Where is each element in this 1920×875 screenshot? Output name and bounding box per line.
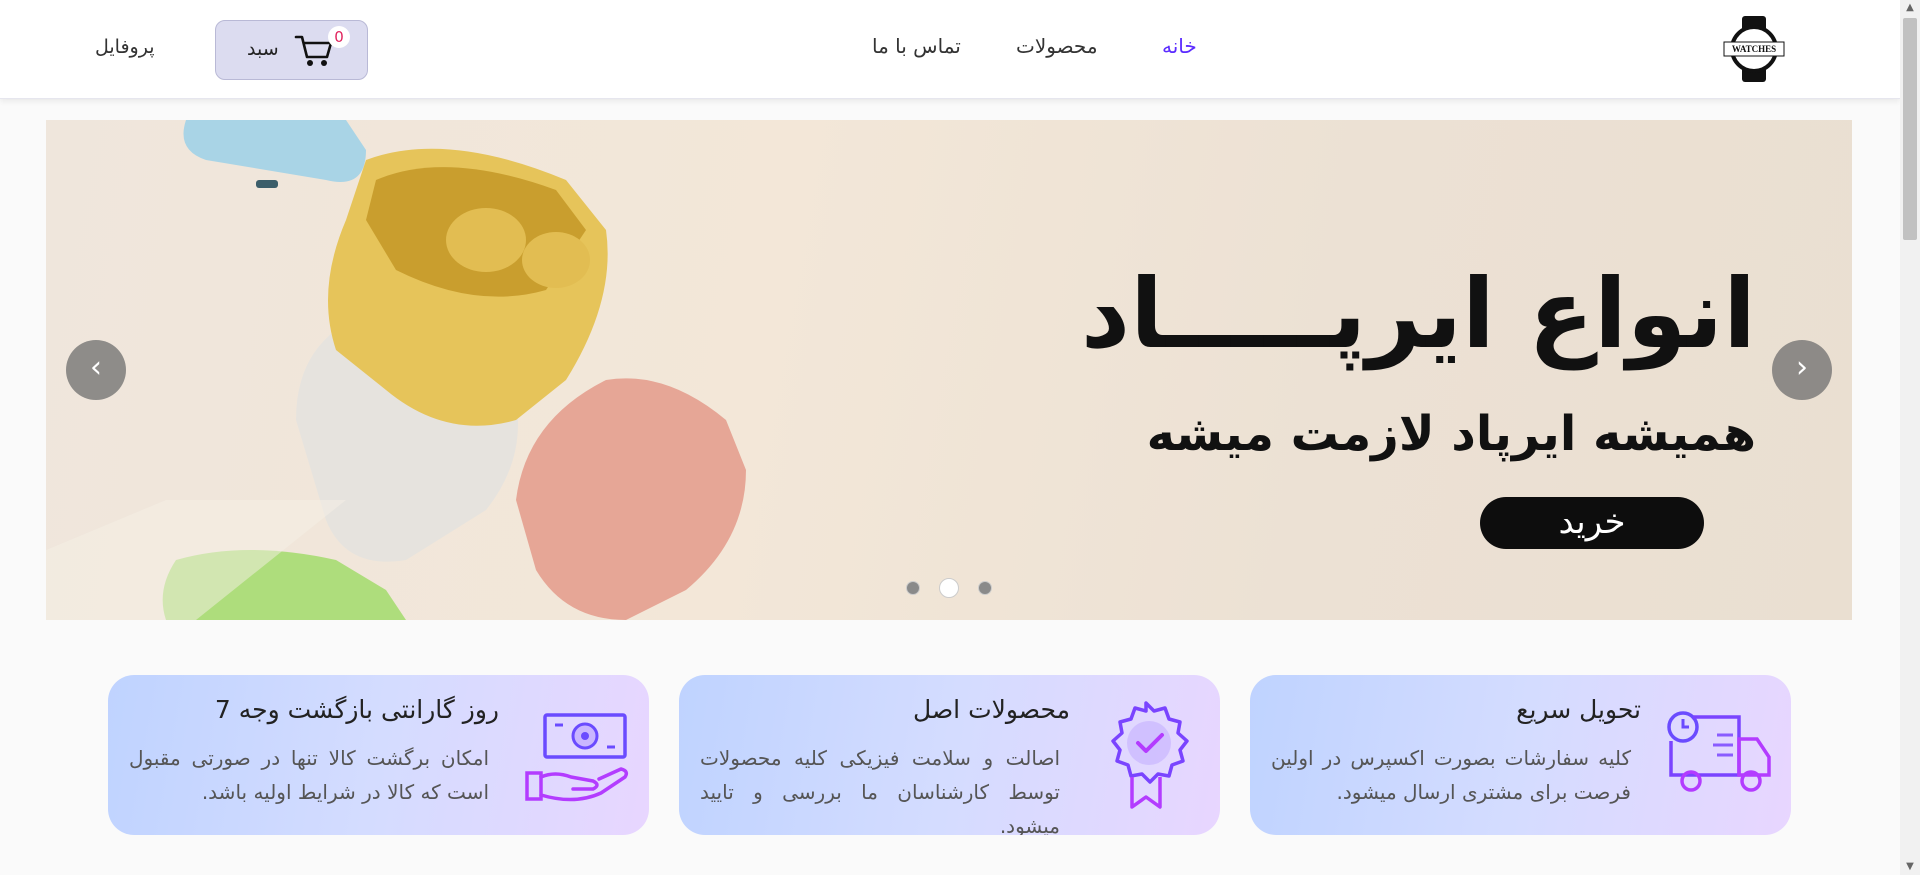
buy-button[interactable]: خرید (1480, 497, 1704, 549)
feature-text: امکان برگشت کالا تنها در صورتی مقبول است… (129, 746, 489, 804)
airpods-cases-image (46, 120, 746, 620)
feature-card-fast-delivery: تحویل سریع کلیه سفارشات بصورت اکسپرس در … (1250, 675, 1791, 835)
delivery-truck-icon (1667, 711, 1771, 792)
feature-title: 7 روز گارانتی بازگشت وجه (214, 695, 499, 724)
slide-title: انواع ایرپـــــاد (1080, 258, 1756, 370)
cart-button[interactable]: سبد 0 (215, 20, 368, 80)
badge-check-icon (1111, 701, 1189, 809)
slider-next-button[interactable]: › (1772, 340, 1832, 400)
cart-count-badge: 0 (328, 26, 350, 48)
slider-dot-2[interactable] (939, 578, 959, 598)
svg-text:WATCHES: WATCHES (1732, 44, 1776, 54)
slider-prev-button[interactable]: ‹ (66, 340, 126, 400)
profile-link[interactable]: پروفایل (95, 36, 155, 58)
chevron-left-icon: ‹ (90, 350, 102, 385)
page-scrollbar[interactable]: ▲ ▼ (1900, 0, 1920, 875)
watches-logo[interactable]: WATCHES (1722, 14, 1786, 84)
feature-text: اصالت و سلامت فیزیکی کلیه محصولات توسط ک… (700, 746, 1060, 835)
feature-title: تحویل سریع (1516, 695, 1641, 724)
scroll-thumb[interactable] (1903, 18, 1917, 240)
slide-subtitle: همیشه ایرپاد لازمت میشه (1146, 406, 1756, 462)
feature-text: کلیه سفارشات بصورت اکسپرس در اولین فرصت … (1271, 746, 1631, 804)
scroll-down-arrow-icon[interactable]: ▼ (1900, 859, 1920, 875)
nav-contact[interactable]: تماس با ما (872, 34, 961, 58)
chevron-right-icon: › (1796, 350, 1808, 385)
slider-dot-3[interactable] (978, 581, 992, 595)
scroll-up-arrow-icon[interactable]: ▲ (1900, 0, 1920, 16)
hero-slider: انواع ایرپـــــاد همیشه ایرپاد لازمت میش… (46, 120, 1852, 620)
feature-card-original-products: محصولات اصل اصالت و سلامت فیزیکی کلیه مح… (679, 675, 1220, 835)
feature-card-money-back: 7 روز گارانتی بازگشت وجه امکان برگشت کال… (108, 675, 649, 835)
site-header: WATCHES خانه محصولات تماس با ما سبد 0 پر… (0, 0, 1900, 99)
nav-home[interactable]: خانه (1162, 34, 1197, 58)
cart-label: سبد (247, 38, 279, 60)
slider-dot-1[interactable] (906, 581, 920, 595)
money-hand-icon (525, 713, 629, 802)
feature-title: محصولات اصل (913, 695, 1070, 724)
nav-products[interactable]: محصولات (1016, 34, 1098, 58)
